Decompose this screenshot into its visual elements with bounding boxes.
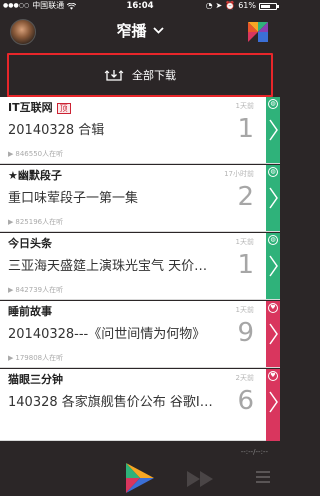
channel-name: IT互联网	[8, 101, 53, 114]
globe-icon: ◍	[268, 167, 278, 177]
listener-count: 825196人在听	[15, 218, 64, 226]
globe-icon: ◍	[268, 235, 278, 245]
list-item[interactable]: IT互联网 顶 20140328 合辑 ▶ 846550人在听 1天前 1 ◍	[0, 97, 280, 164]
channel-name: 睡前故事	[8, 305, 52, 318]
pinned-badge: 顶	[56, 102, 71, 114]
fast-forward-icon[interactable]	[187, 471, 213, 487]
list-item[interactable]: 今日头条 三亚海天盛筵上演珠光宝气 天价奢华… ▶ 842739人在听 1天前 1…	[0, 233, 280, 300]
time-ago: 1天前	[235, 102, 254, 110]
play-count-icon: ▶	[8, 354, 14, 362]
download-all-button[interactable]: 全部下载	[7, 53, 273, 97]
alarm-icon: ⏰	[225, 1, 236, 10]
chevron-right-icon	[269, 391, 278, 413]
episode-title: 20140328---《问世间情为何物》	[8, 327, 206, 342]
channel-switcher[interactable]: 窄播	[0, 21, 280, 41]
time-ago: 1天前	[235, 306, 254, 314]
episode-title: 三亚海天盛筵上演珠光宝气 天价奢华…	[8, 259, 220, 274]
chevron-right-icon	[269, 255, 278, 277]
open-channel-button[interactable]: ♥	[266, 301, 280, 367]
menu-icon[interactable]	[256, 471, 270, 485]
channel-name: 今日头条	[8, 237, 52, 250]
time-ago: 1天前	[235, 238, 254, 246]
chevron-right-icon	[269, 119, 278, 141]
chevron-right-icon	[269, 323, 278, 345]
play-count-icon: ▶	[8, 286, 14, 294]
download-all-label: 全部下载	[132, 69, 176, 82]
lock-rotation-icon: ◔	[205, 1, 213, 10]
listener-count: 842739人在听	[15, 286, 64, 294]
play-count-icon: ▶	[8, 218, 14, 226]
open-channel-button[interactable]: ♥	[266, 369, 280, 441]
page-title: 窄播	[116, 22, 147, 40]
listener-count: 846550人在听	[15, 150, 64, 158]
location-icon: ➤	[215, 1, 223, 10]
open-channel-button[interactable]: ◍	[266, 97, 280, 163]
episode-count: 6	[237, 386, 254, 416]
chevron-down-icon	[152, 27, 164, 34]
battery-icon	[259, 2, 279, 10]
channel-name: ★幽默段子	[8, 169, 62, 182]
player-bar: --:--/--:--	[0, 441, 280, 496]
episode-count: 9	[237, 318, 254, 348]
battery-percent: 61%	[238, 1, 256, 10]
episode-title: 20140328 合辑	[8, 123, 105, 138]
list-item[interactable]: ★幽默段子 重口味荤段子一第一集 ▶ 825196人在听 17小时前 2 ◍	[0, 165, 280, 232]
playback-time: --:--/--:--	[240, 448, 268, 456]
episode-title: 140328 各家旗舰售价公布 谷歌IO…	[8, 395, 220, 410]
time-ago: 2天前	[235, 374, 254, 382]
chevron-right-icon	[269, 187, 278, 209]
heart-icon: ♥	[268, 371, 278, 381]
listener-count: 179808人在听	[15, 354, 64, 362]
globe-icon: ◍	[268, 99, 278, 109]
play-icon[interactable]	[126, 463, 154, 493]
app-logo-icon[interactable]	[248, 22, 268, 42]
episode-count: 2	[237, 182, 254, 212]
episode-count: 1	[237, 114, 254, 144]
episode-title: 重口味荤段子一第一集	[8, 191, 139, 206]
heart-icon: ♥	[268, 303, 278, 313]
play-count-icon: ▶	[8, 150, 14, 158]
list-item[interactable]: 猫眼三分钟 140328 各家旗舰售价公布 谷歌IO… 2天前 6 ♥	[0, 369, 280, 441]
open-channel-button[interactable]: ◍	[266, 233, 280, 299]
download-icon	[104, 70, 124, 81]
channel-name: 猫眼三分钟	[8, 373, 63, 386]
episode-count: 1	[237, 250, 254, 280]
status-bar: ●●●○○ 中国联通 16:04 ◔ ➤ ⏰ 61%	[0, 0, 280, 12]
time-ago: 17小时前	[224, 170, 254, 178]
nav-bar: 窄播	[0, 12, 280, 52]
list-item[interactable]: 睡前故事 20140328---《问世间情为何物》 ▶ 179808人在听 1天前…	[0, 301, 280, 368]
open-channel-button[interactable]: ◍	[266, 165, 280, 231]
